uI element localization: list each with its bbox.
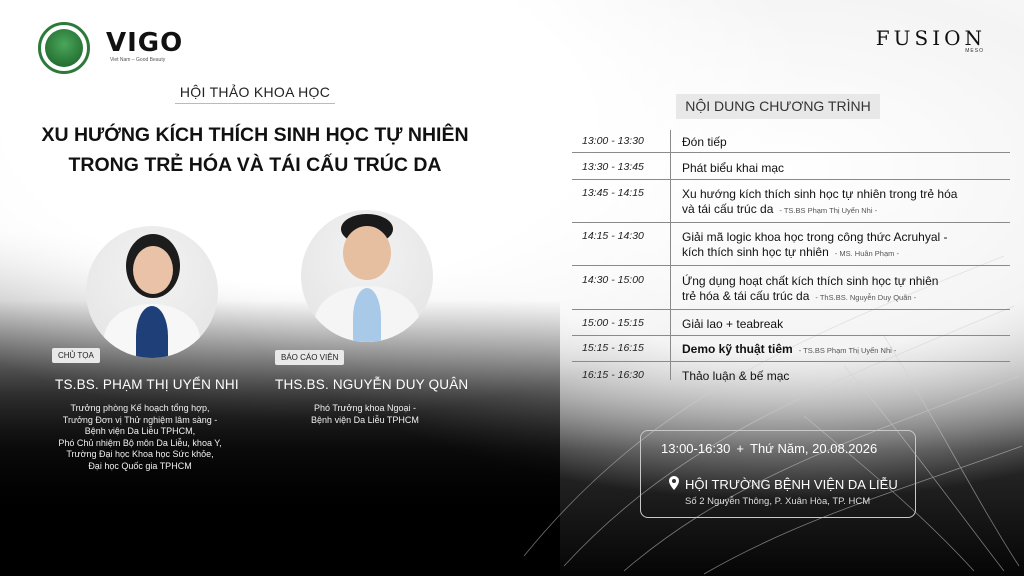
hospital-logo xyxy=(38,22,90,74)
row-desc: Thảo luận & bế mạc xyxy=(682,369,790,383)
vigo-tagline: Viet Nam – Good Beauty xyxy=(110,57,166,63)
row-time: 14:30 - 15:00 xyxy=(582,274,644,286)
row-time: 13:30 - 13:45 xyxy=(582,161,644,173)
description-line: Trường Đại học Khoa học Sức khỏe, xyxy=(66,449,214,459)
schedule-row: 14:15 - 14:30 Giải mã logic khoa học tro… xyxy=(572,223,1010,266)
speaker-name: THS.BS. NGUYỄN DUY QUÂN xyxy=(275,377,469,392)
schedule-row: 13:45 - 14:15 Xu hướng kích thích sinh h… xyxy=(572,180,1010,223)
location-pin-icon xyxy=(669,476,679,490)
row-speaker: - ThS.BS. Nguyễn Duy Quân - xyxy=(815,293,917,302)
event-info-box: 13:00-16:30 + Thứ Năm, 20.08.2026 HỘI TRƯỜ… xyxy=(640,430,916,518)
row-time: 13:45 - 14:15 xyxy=(582,187,644,199)
title-line-2: TRONG TRẺ HÓA VÀ TÁI CẤU TRÚC DA xyxy=(68,154,442,176)
row-desc: Giải lao + teabreak xyxy=(682,317,784,331)
description-line: Trưởng phòng Kế hoạch tổng hợp, xyxy=(70,403,210,413)
event-time: 13:00-16:30 xyxy=(661,441,731,456)
schedule-table: 13:00 - 13:30 Đón tiếp 13:30 - 13:45 Phá… xyxy=(572,130,1010,386)
title-line-1: XU HƯỚNG KÍCH THÍCH SINH HỌC TỰ NHIÊN xyxy=(41,124,469,146)
event-type: HỘI THẢO KHOA HỌC xyxy=(179,84,331,100)
row-desc: Phát biểu khai mạc xyxy=(682,161,785,175)
schedule-row: 15:15 - 16:15 Demo kỹ thuật tiêm - TS.BS … xyxy=(572,336,1010,362)
speaker-photo-1 xyxy=(86,226,218,358)
plus-sign: + xyxy=(736,441,744,456)
description-line: Đại học Quốc gia TPHCM xyxy=(88,460,192,471)
schedule-row: 15:00 - 15:15 Giải lao + teabreak xyxy=(572,310,1010,336)
fusion-logo: FUSION xyxy=(875,26,986,50)
description-line: Phó Chủ nhiệm Bộ môn Da Liễu, khoa Y, xyxy=(58,437,222,448)
row-speaker: - MS. Huân Phạm - xyxy=(834,249,899,258)
speaker-description: Trưởng phòng Kế hoạch tổng hợp, Trưởng Đ… xyxy=(40,403,240,472)
schedule-row: 13:30 - 13:45 Phát biểu khai mạc xyxy=(572,153,1010,180)
role-label: BÁO CÁO VIÊN xyxy=(275,350,345,365)
description-line: Bệnh viện Da Liễu TPHCM xyxy=(311,414,419,425)
fusion-sub: MESO xyxy=(965,48,984,54)
row-desc: kích thích sinh học tự nhiên xyxy=(682,245,829,259)
row-speaker: - TS.BS Phạm Thị Uyển Nhi - xyxy=(779,206,878,215)
program-title: NỘI DUNG CHƯƠNG TRÌNH xyxy=(676,94,880,119)
event-address: Số 2 Nguyễn Thông, P. Xuân Hòa, TP. HCM xyxy=(685,496,871,507)
row-desc: Xu hướng kích thích sinh học tự nhiên tr… xyxy=(682,187,958,201)
divider xyxy=(175,103,335,104)
schedule-row: 13:00 - 13:30 Đón tiếp xyxy=(572,130,1010,153)
row-time: 15:00 - 15:15 xyxy=(582,317,644,329)
row-speaker: - TS.BS Phạm Thị Uyển Nhi - xyxy=(798,346,897,355)
event-datetime: 13:00-16:30 + Thứ Năm, 20.08.2026 xyxy=(661,441,877,456)
speaker-name: TS.BS. PHẠM THỊ UYỂN NHI xyxy=(55,377,239,392)
vigo-logo: VIGO xyxy=(106,28,184,58)
row-desc: Demo kỹ thuật tiêm xyxy=(682,342,793,356)
row-desc: và tái cấu trúc da xyxy=(682,202,774,216)
row-time: 16:15 - 16:30 xyxy=(582,369,644,381)
description-line: Bệnh viện Da Liễu TPHCM, xyxy=(84,426,196,436)
speaker-photo-2 xyxy=(301,210,433,342)
description-line: Phó Trưởng khoa Ngoại - xyxy=(314,403,416,413)
row-time: 15:15 - 16:15 xyxy=(582,342,644,354)
speaker-description: Phó Trưởng khoa Ngoại - Bệnh viện Da Liễ… xyxy=(290,403,440,426)
event-venue: HỘI TRƯỜNG BỆNH VIỆN DA LIỄU xyxy=(685,477,898,492)
row-desc: Ứng dụng hoạt chất kích thích sinh học t… xyxy=(682,274,939,288)
row-desc: Giải mã logic khoa học trong công thức A… xyxy=(682,230,948,244)
event-date: Thứ Năm, 20.08.2026 xyxy=(750,441,878,456)
row-time: 14:15 - 14:30 xyxy=(582,230,644,242)
row-desc: trẻ hóa & tái cấu trúc da xyxy=(682,289,810,303)
schedule-row: 14:30 - 15:00 Ứng dụng hoạt chất kích th… xyxy=(572,266,1010,310)
role-label: CHỦ TỌA xyxy=(52,348,100,363)
row-desc: Đón tiếp xyxy=(682,135,727,149)
schedule-row: 16:15 - 16:30 Thảo luận & bế mạc xyxy=(572,362,1010,386)
page-title: XU HƯỚNG KÍCH THÍCH SINH HỌC TỰ NHIÊN TR… xyxy=(20,120,490,180)
description-line: Trưởng Đơn vị Thử nghiệm lâm sàng - xyxy=(62,414,218,425)
row-time: 13:00 - 13:30 xyxy=(582,135,644,147)
